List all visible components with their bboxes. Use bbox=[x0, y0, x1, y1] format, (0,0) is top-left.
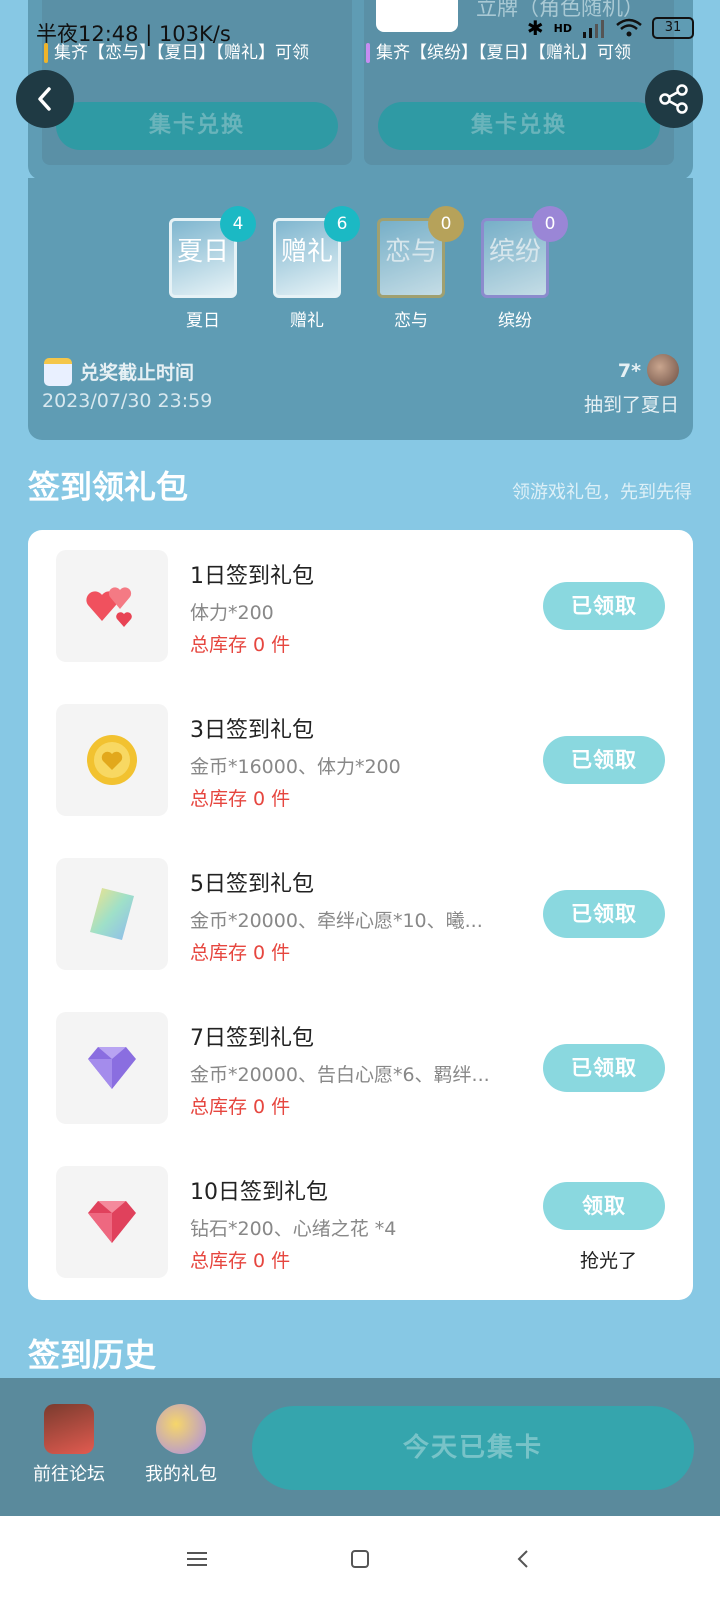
gift-stock: 总库存 0 件 bbox=[190, 634, 291, 656]
gift-title: 10日签到礼包 bbox=[190, 1180, 328, 1205]
claimed-button[interactable]: 已领取 bbox=[543, 890, 665, 938]
gift-stock: 总库存 0 件 bbox=[190, 788, 291, 810]
status-bar-icons: ✱ HD 31 bbox=[527, 16, 694, 40]
forum-avatar-icon bbox=[44, 1404, 94, 1454]
my-gifts-label: 我的礼包 bbox=[145, 1464, 217, 1485]
hd-label: HD bbox=[553, 21, 572, 35]
exchange-button-2[interactable]: 集卡兑换 bbox=[378, 102, 660, 150]
bottom-action-bar: 前往论坛 我的礼包 今天已集卡 bbox=[0, 1378, 720, 1516]
gift-description: 金币*20000、牵绊心愿*10、曦... bbox=[190, 910, 483, 932]
list-item: 3日签到礼包 金币*16000、体力*200 总库存 0 件 已领取 bbox=[28, 704, 693, 816]
gift-avatar-icon bbox=[156, 1404, 206, 1454]
avatar bbox=[647, 354, 679, 386]
gift-title: 3日签到礼包 bbox=[190, 718, 314, 743]
list-item: 5日签到礼包 金币*20000、牵绊心愿*10、曦... 总库存 0 件 已领取 bbox=[28, 858, 693, 970]
card-count-badge: 0 bbox=[428, 206, 464, 242]
drawer-username: 7* bbox=[617, 360, 641, 382]
gift-list: 1日签到礼包 体力*200 总库存 0 件 已领取 3日签到礼包 金币*1600… bbox=[28, 530, 693, 1300]
share-button[interactable] bbox=[645, 70, 703, 128]
card-count-badge: 6 bbox=[324, 206, 360, 242]
chevron-left-icon bbox=[38, 87, 51, 111]
home-icon[interactable] bbox=[345, 1544, 375, 1574]
gift-description: 金币*20000、告白心愿*6、羁绊... bbox=[190, 1064, 490, 1086]
gift-description: 体力*200 bbox=[190, 602, 274, 624]
gift-title: 5日签到礼包 bbox=[190, 872, 314, 897]
claimed-button[interactable]: 已领取 bbox=[543, 736, 665, 784]
drawer-result: 抽到了夏日 bbox=[583, 394, 679, 416]
share-icon bbox=[659, 84, 688, 114]
list-item: 7日签到礼包 金币*20000、告白心愿*6、羁绊... 总库存 0 件 已领取 bbox=[28, 1012, 693, 1124]
card-binfen[interactable]: 缤纷 0 缤纷 bbox=[480, 206, 568, 331]
claimed-button[interactable]: 已领取 bbox=[543, 1044, 665, 1092]
sold-out-note: 抢光了 bbox=[579, 1250, 637, 1272]
gift-title: 7日签到礼包 bbox=[190, 1026, 314, 1051]
card-ticket-icon bbox=[56, 858, 168, 970]
card-count-badge: 4 bbox=[220, 206, 256, 242]
forum-button[interactable]: 前往论坛 bbox=[24, 1404, 114, 1486]
card-label: 缤纷 bbox=[498, 311, 532, 331]
claim-button[interactable]: 领取 bbox=[543, 1182, 665, 1230]
signin-section-title: 签到领礼包 bbox=[28, 468, 189, 506]
prize-accent-bar bbox=[366, 43, 370, 63]
card-xiari[interactable]: 夏日 4 夏日 bbox=[168, 206, 256, 331]
exchange-button-1[interactable]: 集卡兑换 bbox=[56, 102, 338, 150]
purple-diamond-icon bbox=[56, 1012, 168, 1124]
back-nav-icon[interactable] bbox=[508, 1544, 538, 1574]
signal-icon bbox=[583, 20, 604, 38]
card-label: 恋与 bbox=[394, 311, 428, 331]
forum-label: 前往论坛 bbox=[33, 1464, 105, 1485]
card-lianyu[interactable]: 恋与 0 恋与 bbox=[376, 206, 464, 331]
status-bar-time: 半夜12:48 | 103K/s bbox=[36, 22, 231, 46]
deadline-time: 2023/07/30 23:59 bbox=[42, 390, 213, 412]
gift-description: 钻石*200、心绪之花 *4 bbox=[190, 1218, 397, 1240]
prize-thumbnail bbox=[376, 0, 458, 32]
prize-desc-2: 集齐【缤纷】【夏日】【赠礼】可领 bbox=[376, 43, 631, 63]
collected-today-button[interactable]: 今天已集卡 bbox=[252, 1406, 694, 1490]
card-count-badge: 0 bbox=[532, 206, 568, 242]
gift-title: 1日签到礼包 bbox=[190, 564, 314, 589]
red-diamond-icon bbox=[56, 1166, 168, 1278]
gift-description: 金币*16000、体力*200 bbox=[190, 756, 401, 778]
card-label: 赠礼 bbox=[290, 311, 324, 331]
gift-stock: 总库存 0 件 bbox=[190, 942, 291, 964]
claimed-button[interactable]: 已领取 bbox=[543, 582, 665, 630]
gold-coin-icon bbox=[56, 704, 168, 816]
hearts-icon bbox=[56, 550, 168, 662]
list-item: 10日签到礼包 钻石*200、心绪之花 *4 总库存 0 件 领取 抢光了 bbox=[28, 1166, 693, 1278]
battery-icon: 31 bbox=[652, 17, 694, 39]
system-nav-bar bbox=[0, 1516, 720, 1600]
gift-stock: 总库存 0 件 bbox=[190, 1096, 291, 1118]
calendar-icon bbox=[44, 358, 72, 386]
card-label: 夏日 bbox=[186, 311, 220, 331]
bluetooth-icon: ✱ bbox=[526, 16, 544, 40]
signin-section-subtitle: 领游戏礼包，先到先得 bbox=[512, 482, 692, 503]
my-gifts-button[interactable]: 我的礼包 bbox=[136, 1404, 226, 1486]
menu-icon[interactable] bbox=[182, 1544, 212, 1574]
card-zengli[interactable]: 赠礼 6 赠礼 bbox=[272, 206, 360, 331]
card-collection-panel: 夏日 4 夏日 赠礼 6 赠礼 恋与 0 恋与 缤纷 0 缤纷 兑奖截止时间 2… bbox=[28, 178, 693, 440]
history-section-title: 签到历史 bbox=[28, 1336, 157, 1374]
wifi-icon bbox=[616, 18, 642, 37]
top-region: 集齐【恋与】【夏日】【赠礼】可领 集卡兑换 立牌（角色随机） 集齐【缤纷】【夏日… bbox=[0, 0, 720, 440]
back-button[interactable] bbox=[16, 70, 74, 128]
list-item: 1日签到礼包 体力*200 总库存 0 件 已领取 bbox=[28, 550, 693, 662]
deadline-label: 兑奖截止时间 bbox=[80, 362, 195, 384]
gift-stock: 总库存 0 件 bbox=[190, 1250, 291, 1272]
